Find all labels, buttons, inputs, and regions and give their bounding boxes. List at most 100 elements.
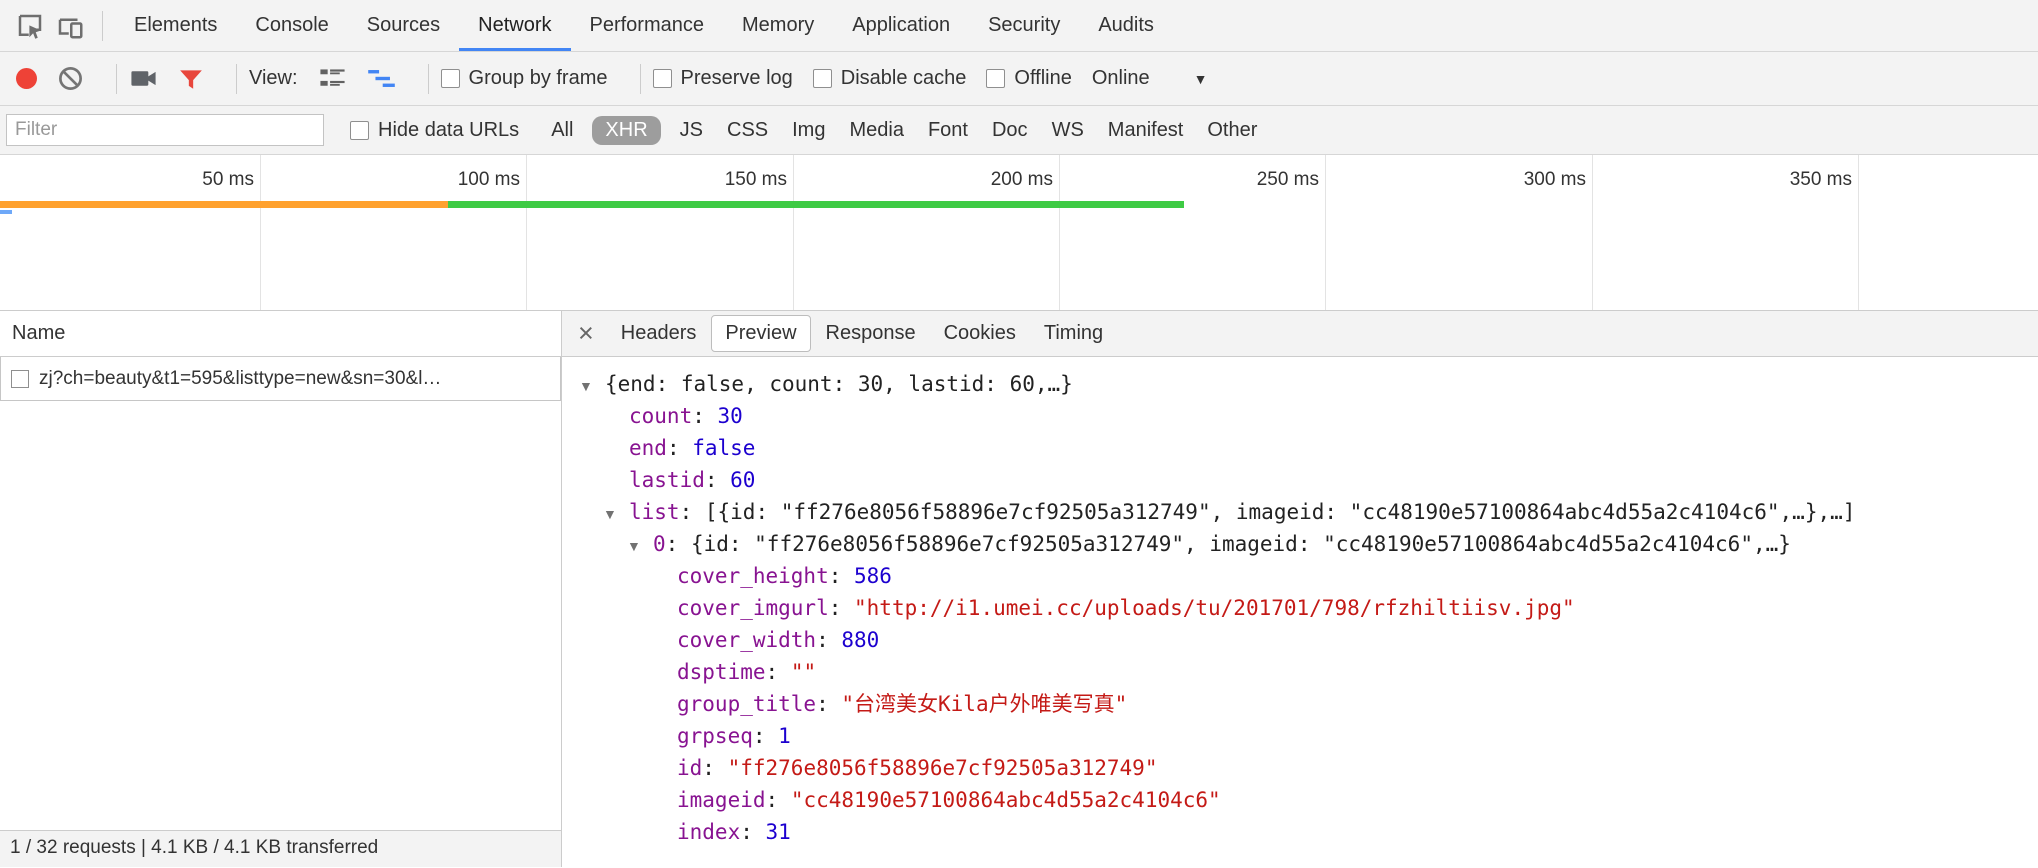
gridline: [1592, 155, 1593, 310]
filter-type-other[interactable]: Other: [1207, 119, 1257, 142]
capture-screenshots-button[interactable]: [129, 64, 158, 93]
json-prop-imageid: imageid: "cc48190e57100864abc4d55a2c4104…: [651, 784, 2038, 816]
json-node-item0[interactable]: ▼0: {id: "ff276e8056f58896e7cf92505a3127…: [627, 528, 2038, 560]
toolbar-separator: [116, 64, 117, 94]
record-icon: [16, 68, 37, 89]
filter-type-font[interactable]: Font: [928, 119, 968, 142]
group-by-frame-label: Group by frame: [469, 67, 608, 90]
hide-data-urls-checkbox[interactable]: Hide data URLs: [350, 119, 519, 142]
gridline: [526, 155, 527, 310]
tick-label: 300 ms: [1456, 169, 1586, 191]
toolbar-separator: [102, 11, 103, 41]
json-prop-count: count: 30: [603, 400, 2038, 432]
details-tab-preview[interactable]: Preview: [711, 315, 810, 352]
network-toolbar: View: Group by frame Preserve log Disabl…: [0, 52, 2038, 106]
tab-application[interactable]: Application: [833, 0, 969, 51]
large-request-rows-icon: [318, 64, 347, 93]
json-prop-grpseq: grpseq: 1: [651, 720, 2038, 752]
gridline: [1059, 155, 1060, 310]
checkbox-icon: [813, 69, 832, 88]
checkbox-icon: [350, 121, 369, 140]
request-list-pane: Name zj?ch=beauty&t1=595&listtype=new&sn…: [0, 311, 562, 867]
filter-type-manifest[interactable]: Manifest: [1108, 119, 1184, 142]
tab-audits[interactable]: Audits: [1079, 0, 1173, 51]
throttling-value: Online: [1092, 67, 1150, 90]
json-prop-cover-width: cover_width: 880: [651, 624, 2038, 656]
toolbar-separator: [428, 64, 429, 94]
details-tab-cookies[interactable]: Cookies: [931, 316, 1029, 351]
json-prop-lastid: lastid: 60: [603, 464, 2038, 496]
device-toolbar-icon[interactable]: [50, 6, 90, 46]
filter-toggle-button[interactable]: [178, 66, 204, 92]
filter-type-css[interactable]: CSS: [727, 119, 768, 142]
tab-sources[interactable]: Sources: [348, 0, 459, 51]
checkbox-icon: [441, 69, 460, 88]
details-tab-headers[interactable]: Headers: [608, 316, 710, 351]
filter-input[interactable]: [6, 114, 324, 146]
request-list-empty-space: [0, 401, 561, 830]
requests-summary-bar: 1 / 32 requests | 4.1 KB / 4.1 KB transf…: [0, 830, 561, 867]
preserve-log-checkbox[interactable]: Preserve log: [653, 67, 793, 90]
filter-type-all[interactable]: All: [551, 119, 573, 142]
tab-memory[interactable]: Memory: [723, 0, 833, 51]
filter-type-img[interactable]: Img: [792, 119, 825, 142]
overview-bar-orange: [0, 201, 448, 208]
tab-security[interactable]: Security: [969, 0, 1079, 51]
json-prop-end: end: false: [603, 432, 2038, 464]
tab-network[interactable]: Network: [459, 0, 570, 51]
clear-icon: [57, 65, 84, 92]
group-by-frame-checkbox[interactable]: Group by frame: [441, 67, 608, 90]
large-request-rows-button[interactable]: [318, 64, 347, 93]
json-node-root[interactable]: ▼{end: false, count: 30, lastid: 60,…}: [579, 368, 2038, 400]
filter-type-xhr[interactable]: XHR: [592, 116, 660, 145]
preview-json-tree: ▼{end: false, count: 30, lastid: 60,…} c…: [562, 357, 2038, 867]
checkbox-icon: [653, 69, 672, 88]
disclosure-triangle-icon[interactable]: ▼: [579, 370, 605, 402]
devtools-tabbar: Elements Console Sources Network Perform…: [0, 0, 2038, 52]
gridline: [260, 155, 261, 310]
chevron-down-icon: ▼: [1194, 71, 1208, 87]
overview-waterfall-icon: [367, 64, 396, 93]
json-root-preview: {end: false, count: 30, lastid: 60,…}: [605, 372, 1073, 396]
inspect-element-icon[interactable]: [10, 6, 50, 46]
toolbar-separator: [640, 64, 641, 94]
row-checkbox[interactable]: [11, 370, 29, 388]
details-tab-timing[interactable]: Timing: [1031, 316, 1116, 351]
tab-elements[interactable]: Elements: [115, 0, 236, 51]
network-overview-timeline[interactable]: 50 ms 100 ms 150 ms 200 ms 250 ms 300 ms…: [0, 155, 2038, 311]
view-label: View:: [249, 67, 298, 90]
show-overview-button[interactable]: [367, 64, 396, 93]
request-row[interactable]: zj?ch=beauty&t1=595&listtype=new&sn=30&l…: [0, 357, 561, 401]
record-button[interactable]: [16, 68, 37, 89]
tab-performance[interactable]: Performance: [571, 0, 724, 51]
json-prop-id: id: "ff276e8056f58896e7cf92505a312749": [651, 752, 2038, 784]
close-icon[interactable]: ×: [578, 320, 594, 347]
column-header-name[interactable]: Name: [0, 311, 561, 357]
tab-console[interactable]: Console: [236, 0, 347, 51]
details-tab-response[interactable]: Response: [813, 316, 929, 351]
json-node-list[interactable]: ▼list: [{id: "ff276e8056f58896e7cf92505a…: [603, 496, 2038, 528]
throttling-dropdown[interactable]: Online ▼: [1092, 67, 1208, 90]
tick-label: 200 ms: [923, 169, 1053, 191]
json-prop-dsptime: dsptime: "": [651, 656, 2038, 688]
disable-cache-label: Disable cache: [841, 67, 967, 90]
filter-type-media[interactable]: Media: [849, 119, 903, 142]
overview-bar-green: [448, 201, 1184, 208]
devtools-window: Elements Console Sources Network Perform…: [0, 0, 2038, 868]
checkbox-icon: [986, 69, 1005, 88]
request-name: zj?ch=beauty&t1=595&listtype=new&sn=30&l…: [39, 368, 560, 390]
disclosure-triangle-icon[interactable]: ▼: [627, 530, 653, 562]
offline-label: Offline: [1014, 67, 1071, 90]
tick-label: 350 ms: [1722, 169, 1852, 191]
filter-type-doc[interactable]: Doc: [992, 119, 1028, 142]
disable-cache-checkbox[interactable]: Disable cache: [813, 67, 967, 90]
filter-type-js[interactable]: JS: [680, 119, 703, 142]
offline-checkbox[interactable]: Offline: [986, 67, 1071, 90]
disclosure-triangle-icon[interactable]: ▼: [603, 498, 629, 530]
gridline: [1325, 155, 1326, 310]
network-main-area: Name zj?ch=beauty&t1=595&listtype=new&sn…: [0, 311, 2038, 867]
clear-button[interactable]: [57, 65, 84, 92]
filter-type-ws[interactable]: WS: [1052, 119, 1084, 142]
hide-data-urls-label: Hide data URLs: [378, 119, 519, 142]
request-details-pane: × Headers Preview Response Cookies Timin…: [562, 311, 2038, 867]
